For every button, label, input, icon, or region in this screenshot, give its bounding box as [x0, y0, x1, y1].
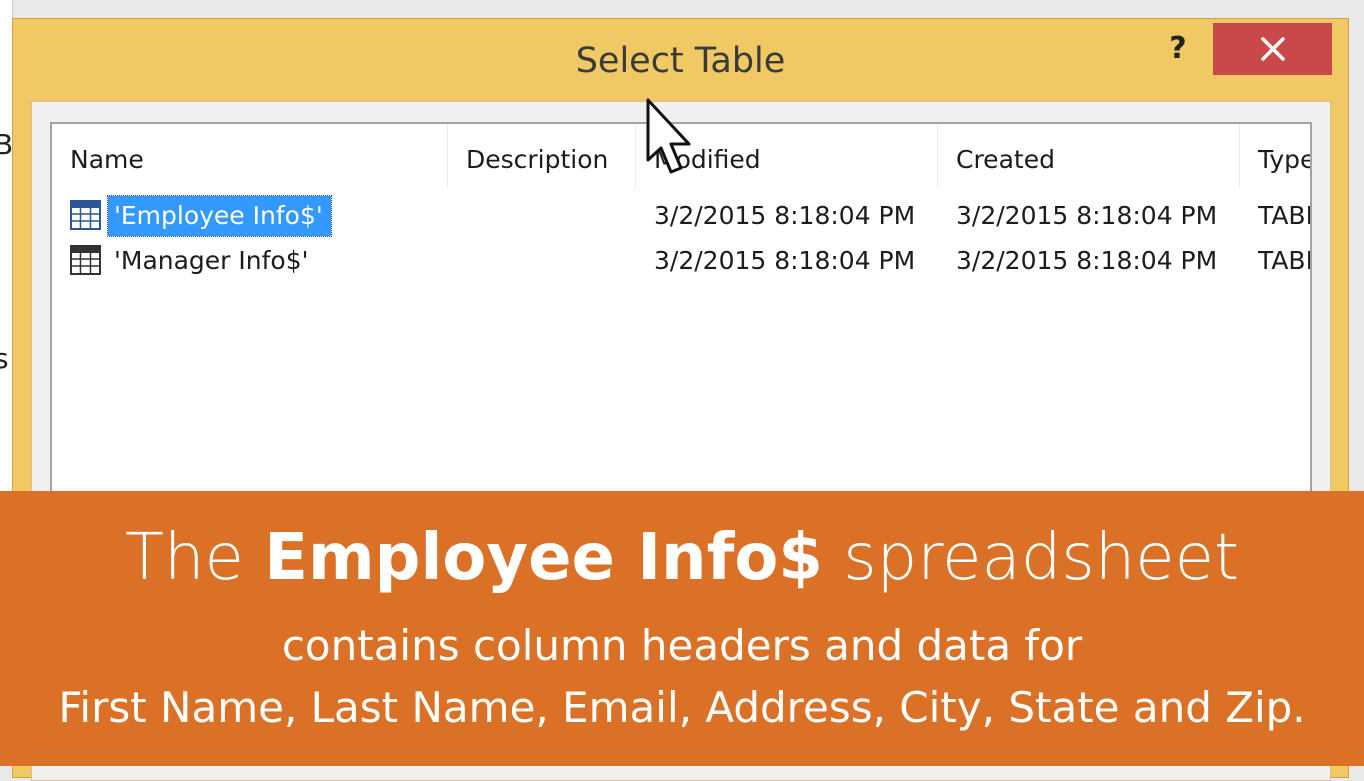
background-text-fragment: s: [0, 342, 9, 375]
table-name-cell[interactable]: 'Manager Info$': [108, 241, 317, 281]
table-grid-icon: [70, 245, 101, 275]
table-description-cell: [448, 239, 654, 283]
caption-headline-emphasis: Employee Info$: [264, 521, 823, 595]
mouse-pointer-icon: [646, 98, 691, 174]
caption-line-3: First Name, Last Name, Email, Address, C…: [58, 683, 1306, 732]
close-button[interactable]: [1213, 23, 1332, 75]
table-type-cell: TABLE: [1258, 201, 1310, 230]
table-created-cell: 3/2/2015 8:18:04 PM: [956, 201, 1218, 230]
table-created-cell: 3/2/2015 8:18:04 PM: [956, 246, 1218, 275]
table-description-cell: [448, 194, 654, 238]
column-header-created[interactable]: Created: [938, 124, 1240, 188]
caption-banner: The Employee Info$ spreadsheet contains …: [0, 491, 1364, 766]
table-modified-cell: 3/2/2015 8:18:04 PM: [654, 246, 916, 275]
table-modified-cell: 3/2/2015 8:18:04 PM: [654, 201, 916, 230]
caption-headline: The Employee Info$ spreadsheet: [0, 521, 1364, 595]
caption-headline-prefix: The: [124, 521, 265, 595]
table-name-cell[interactable]: 'Employee Info$': [107, 195, 332, 237]
table-row[interactable]: 'Manager Info$' 3/2/2015 8:18:04 PM 3/2/…: [52, 239, 1310, 283]
caption-headline-suffix: spreadsheet: [822, 521, 1240, 595]
dialog-title: Select Table: [575, 41, 786, 81]
close-icon: [1260, 37, 1285, 61]
caption-line-2: contains column headers and data for: [281, 621, 1083, 670]
table-row[interactable]: 'Employee Info$' 3/2/2015 8:18:04 PM 3/2…: [52, 194, 1310, 238]
column-header-name[interactable]: Name: [52, 124, 448, 188]
column-header-type[interactable]: Type: [1240, 124, 1310, 188]
column-header-description[interactable]: Description: [448, 124, 636, 188]
table-type-cell: TABLE: [1258, 246, 1310, 275]
dialog-title-bar[interactable]: Select Table ?: [13, 19, 1348, 101]
help-button[interactable]: ?: [1161, 29, 1195, 69]
table-grid-icon: [70, 200, 101, 230]
